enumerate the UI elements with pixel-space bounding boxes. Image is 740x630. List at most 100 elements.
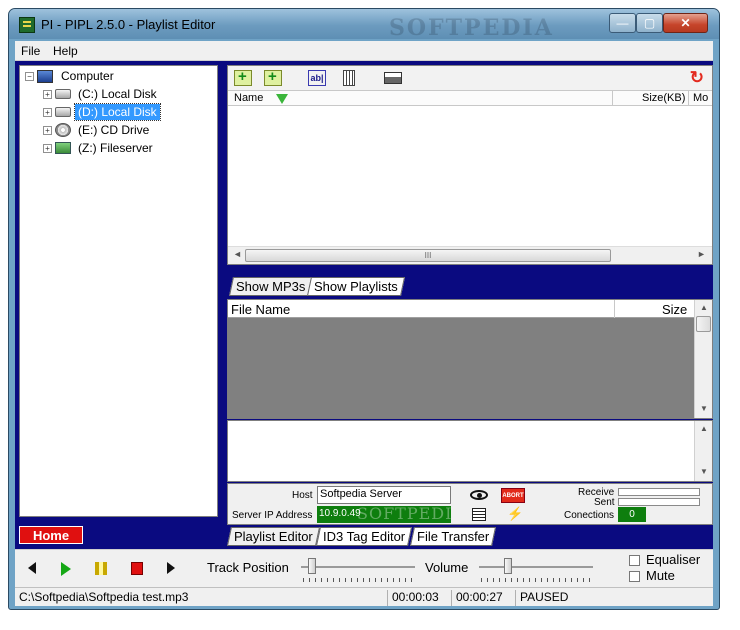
column-header-modified[interactable]: Mo	[693, 92, 708, 104]
tab-show-mp3s[interactable]: Show MP3s	[228, 277, 313, 296]
scroll-thumb[interactable]: III	[245, 249, 611, 262]
column-header-size[interactable]: Size(KB)	[642, 92, 685, 104]
file-browser: ab| ↻ Name Size(KB) Mo ◄ III ►	[227, 65, 713, 265]
hard-disk-icon	[55, 89, 71, 99]
add-file-icon[interactable]	[234, 68, 252, 86]
tree-item-label: (E:) CD Drive	[78, 123, 150, 137]
collapse-icon[interactable]: −	[25, 71, 34, 81]
column-header-file-name[interactable]: File Name	[231, 302, 290, 317]
tree-item-label: (Z:) Fileserver	[78, 141, 153, 155]
next-icon[interactable]	[167, 562, 175, 574]
scroll-left-icon[interactable]: ◄	[233, 249, 242, 259]
ip-address-value: 10.9.0.49 SOFTPEDIA	[317, 506, 451, 523]
tab-id3-tag-editor[interactable]: ID3 Tag Editor	[315, 527, 413, 546]
equaliser-checkbox[interactable]	[629, 555, 640, 566]
tree-item-c-drive[interactable]: + (C:) Local Disk	[43, 85, 160, 103]
expand-icon[interactable]: +	[43, 107, 52, 117]
playlist-header: File Name Size	[228, 300, 694, 318]
volume-ticks	[481, 578, 591, 582]
playlist-files: File Name Size ▲ ▼	[227, 299, 713, 419]
window-title: PI - PIPL 2.5.0 - Playlist Editor	[41, 17, 216, 32]
vertical-scrollbar[interactable]: ▲ ▼	[694, 300, 712, 418]
column-header-name[interactable]: Name	[234, 92, 263, 104]
status-file-path: C:\Softpedia\Softpedia test.mp3	[19, 590, 189, 604]
track-position-slider[interactable]	[301, 566, 415, 568]
app-icon	[19, 17, 35, 33]
tab-show-playlists[interactable]: Show Playlists	[306, 277, 405, 296]
status-player-state: PAUSED	[515, 590, 713, 606]
stop-icon[interactable]	[131, 562, 143, 575]
list-icon[interactable]	[472, 508, 486, 521]
vertical-scrollbar[interactable]: ▲ ▼	[694, 421, 712, 481]
close-button[interactable]: ✕	[663, 13, 708, 33]
menu-file[interactable]: File	[21, 44, 40, 58]
ip-label: Server IP Address	[232, 510, 313, 521]
app-window: PI - PIPL 2.5.0 - Playlist Editor SOFTPE…	[8, 8, 720, 610]
scroll-down-icon[interactable]: ▼	[700, 404, 708, 413]
menu-bar: File Help	[15, 41, 713, 61]
expand-icon[interactable]: +	[43, 125, 52, 135]
status-bar: C:\Softpedia\Softpedia test.mp3 00:00:03…	[15, 587, 713, 606]
pause-icon[interactable]	[95, 562, 107, 575]
track-position-ticks	[303, 578, 413, 582]
maximize-button[interactable]: ▢	[636, 13, 663, 33]
folder-tree[interactable]: − Computer + (C:) Local Disk + (D:) Loca…	[19, 65, 218, 517]
refresh-icon[interactable]: ↻	[690, 68, 704, 88]
status-elapsed-time: 00:00:03	[387, 590, 451, 606]
volume-slider[interactable]	[479, 566, 593, 568]
host-label: Host	[292, 490, 313, 501]
home-button[interactable]: Home	[19, 526, 83, 544]
watermark: SOFTPEDIA	[357, 506, 451, 523]
tree-item-label: Computer	[61, 69, 114, 83]
mute-checkbox[interactable]	[629, 571, 640, 582]
scroll-down-icon[interactable]: ▼	[700, 467, 708, 476]
tab-file-transfer[interactable]: File Transfer	[409, 527, 497, 546]
connections-count: 0	[618, 507, 646, 522]
sent-meter	[618, 498, 700, 506]
title-bar[interactable]: PI - PIPL 2.5.0 - Playlist Editor SOFTPE…	[9, 9, 719, 41]
hard-disk-icon	[55, 107, 71, 117]
receive-meter	[618, 488, 700, 496]
expand-icon[interactable]: +	[43, 143, 52, 153]
tree-item-e-drive[interactable]: + (E:) CD Drive	[43, 121, 152, 139]
watermark: SOFTPEDIA	[389, 15, 554, 41]
tree-item-d-drive[interactable]: + (D:) Local Disk	[43, 103, 161, 121]
volume-thumb[interactable]	[503, 558, 512, 574]
player-controls: Track Position Volume Equaliser Mute	[15, 549, 713, 587]
sent-label: Sent	[594, 497, 615, 508]
add-folder-icon[interactable]	[264, 68, 282, 86]
network-panel: Host Softpedia Server Server IP Address …	[227, 483, 713, 525]
minimize-button[interactable]: —	[609, 13, 636, 33]
equaliser-label: Equaliser	[646, 552, 701, 567]
scroll-right-icon[interactable]: ►	[697, 249, 706, 259]
play-icon[interactable]	[61, 562, 71, 576]
track-position-label: Track Position	[207, 560, 289, 575]
connect-icon[interactable]: ⚡	[507, 506, 523, 522]
column-header-size[interactable]: Size	[662, 302, 687, 317]
expand-icon[interactable]: +	[43, 89, 52, 99]
menu-help[interactable]: Help	[53, 44, 78, 58]
eye-icon[interactable]	[470, 490, 488, 500]
scroll-thumb[interactable]	[696, 316, 711, 332]
horizontal-scrollbar[interactable]: ◄ III ►	[228, 246, 712, 264]
tree-item-z-drive[interactable]: + (Z:) Fileserver	[43, 139, 156, 157]
delete-icon[interactable]	[343, 70, 355, 86]
track-position-thumb[interactable]	[308, 558, 317, 574]
scroll-up-icon[interactable]: ▲	[700, 303, 708, 312]
tab-playlist-editor[interactable]: Playlist Editor	[226, 527, 320, 546]
status-total-time: 00:00:27	[451, 590, 515, 606]
sort-arrow-icon[interactable]	[276, 94, 288, 104]
abort-button[interactable]: ABORT	[501, 488, 525, 503]
message-log[interactable]: ▲ ▼	[227, 420, 713, 482]
scroll-up-icon[interactable]: ▲	[700, 424, 708, 433]
tree-item-label: (D:) Local Disk	[74, 103, 161, 121]
previous-icon[interactable]	[28, 562, 36, 574]
tree-item-computer[interactable]: − Computer	[25, 67, 117, 85]
print-icon[interactable]	[384, 72, 402, 84]
cd-drive-icon	[55, 123, 71, 137]
rename-icon[interactable]: ab|	[308, 70, 326, 86]
client-area: File Help − Computer + (C:) Local Disk +…	[15, 41, 713, 606]
file-list-header: Name Size(KB) Mo	[228, 90, 712, 106]
computer-icon	[37, 69, 53, 83]
host-input[interactable]: Softpedia Server	[317, 486, 451, 504]
